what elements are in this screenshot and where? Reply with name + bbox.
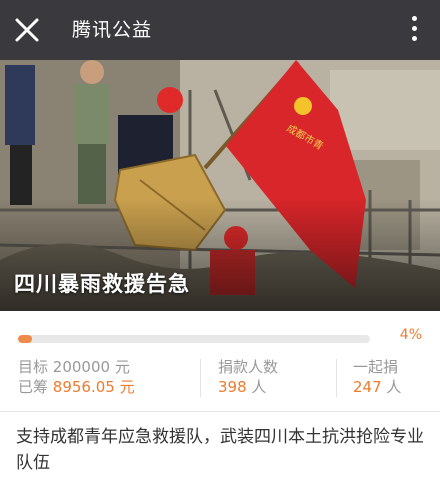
stat-divider <box>200 359 201 397</box>
top-bar: 腾讯公益 <box>0 0 440 60</box>
raised-label: 已筹 <box>18 378 49 396</box>
campaign-title: 四川暴雨救援告急 <box>14 272 190 296</box>
progress-section: 4% 目标 200000 元 已筹 8956.05 元 捐款人数 398 人 一… <box>0 311 440 411</box>
together-value: 247 <box>353 378 382 396</box>
progress-fill <box>18 335 33 343</box>
raised-value: 8956.05 元 <box>52 378 135 396</box>
divider <box>0 411 440 412</box>
close-button[interactable] <box>10 13 44 47</box>
donors-stat: 捐款人数 398 人 <box>218 357 278 397</box>
donors-unit: 人 <box>251 378 267 396</box>
together-stat: 一起捐 247 人 <box>353 357 401 397</box>
progress-percent: 4% <box>399 327 422 343</box>
more-button[interactable] <box>406 14 422 46</box>
more-vertical-icon <box>406 16 422 41</box>
together-unit: 人 <box>386 378 402 396</box>
stat-divider <box>336 359 337 397</box>
progress-bar <box>18 335 370 343</box>
campaign-description: 支持成都青年应急救援队，武装四川本土抗洪抢险专业队伍 <box>16 427 424 473</box>
together-label: 一起捐 <box>353 358 399 376</box>
donors-label: 捐款人数 <box>218 358 279 376</box>
page-title: 腾讯公益 <box>72 19 153 41</box>
target-stat: 目标 200000 元 已筹 8956.05 元 <box>18 357 135 397</box>
target-value: 200000 元 <box>52 358 130 376</box>
target-label: 目标 <box>18 358 49 376</box>
close-icon <box>15 18 39 42</box>
donors-value: 398 <box>218 378 247 396</box>
